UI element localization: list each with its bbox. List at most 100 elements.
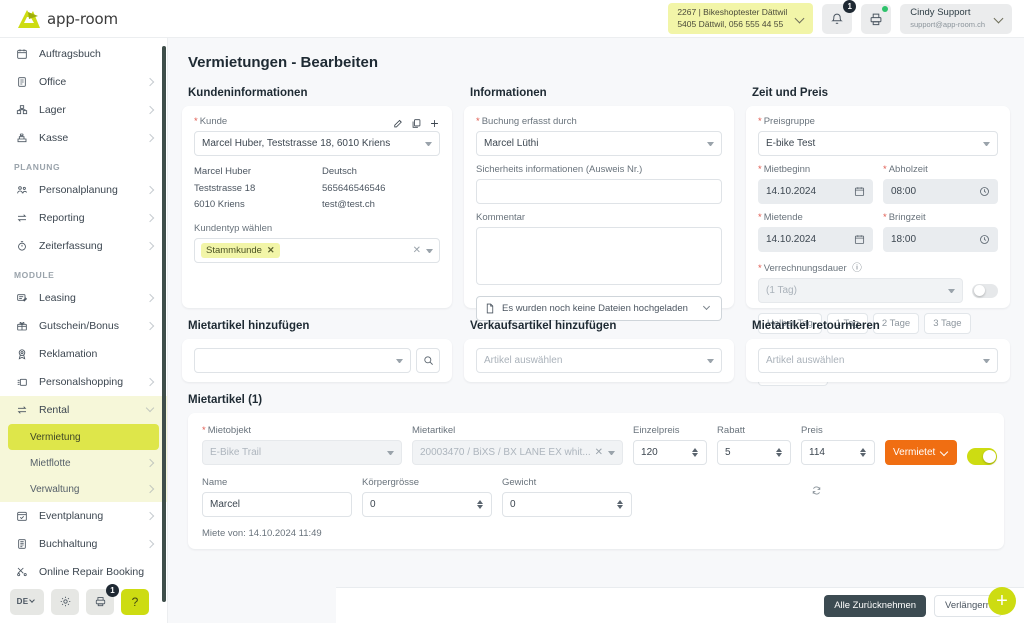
mietobjekt-select[interactable]: E-Bike Trail [202, 440, 402, 465]
kundentyp-tag: Stammkunde ✕ [201, 243, 280, 258]
printer-icon [94, 595, 107, 608]
sidebar-item-leasing[interactable]: Leasing [0, 284, 167, 312]
remove-tag-icon[interactable]: ✕ [267, 245, 275, 256]
customer-street: Teststrasse 18 [194, 182, 312, 197]
file-upload-status[interactable]: Es wurden noch keine Dateien hochgeladen [476, 296, 722, 321]
preisgruppe-value: E-bike Test [766, 138, 978, 149]
bringzeit-label-text: Bringzeit [889, 212, 926, 223]
chevron-down-icon [796, 14, 805, 23]
sidebar-item-auftragsbuch[interactable]: Auftragsbuch [0, 40, 167, 68]
mietbeginn-date-input[interactable]: 14.10.2024 [758, 179, 873, 204]
rabatt-input[interactable]: 5 [717, 440, 791, 465]
sidebar-item-personalplanung[interactable]: Personalplanung [0, 176, 167, 204]
name-input[interactable]: Marcel [202, 492, 352, 517]
stepper-icon[interactable] [774, 448, 783, 457]
verrechnungsdauer-select[interactable]: (1 Tag) [758, 278, 963, 303]
info-icon[interactable]: ⓘ [852, 263, 862, 274]
sidebar-item-personalshopping[interactable]: Personalshopping [0, 368, 167, 396]
koerpergroesse-input[interactable]: 0 [362, 492, 492, 517]
chevron-down-icon [948, 289, 955, 293]
sidebar-item-buchhaltung[interactable]: Buchhaltung [0, 530, 167, 558]
mietende-date-input[interactable]: 14.10.2024 [758, 227, 873, 252]
chevron-down-icon [30, 598, 37, 605]
sicherheits-input[interactable] [476, 179, 722, 204]
stepper-icon[interactable] [475, 500, 484, 509]
refresh-icon[interactable] [642, 485, 990, 496]
brand-logo-area[interactable]: app-room [0, 8, 168, 30]
bringzeit-time-input[interactable]: 18:00 [883, 227, 998, 252]
item-active-toggle[interactable] [967, 448, 997, 465]
sidebar-item-reklamation[interactable]: Reklamation [0, 340, 167, 368]
sidebar-scrollbar[interactable] [162, 46, 166, 602]
help-button[interactable]: ? [121, 589, 149, 615]
stepper-icon[interactable] [858, 448, 867, 457]
user-menu[interactable]: Cindy Support support@app-room.ch [900, 4, 1012, 34]
clock-icon[interactable] [979, 234, 990, 245]
preisgruppe-select[interactable]: E-bike Test [758, 131, 998, 156]
einzelpreis-label: Einzelpreis [633, 425, 707, 436]
sicherheits-field: Sicherheits informationen (Ausweis Nr.) [476, 164, 722, 204]
abholzeit-time-input[interactable]: 08:00 [883, 179, 998, 204]
calendar-icon[interactable] [854, 186, 865, 197]
verrechnungsdauer-toggle[interactable] [972, 284, 998, 298]
sidebar-nav: Auftragsbuch Office [0, 38, 167, 580]
einzelpreis-input[interactable]: 120 [633, 440, 707, 465]
sidebar-item-online-repair-booking[interactable]: Online Repair Booking [0, 558, 167, 580]
sidebar-item-rental[interactable]: Rental [0, 396, 167, 424]
badge-icon [14, 348, 29, 360]
stepper-icon[interactable] [690, 448, 699, 457]
sidebar-item-eventplanung[interactable]: Eventplanung [0, 502, 167, 530]
sidebar-item-lager[interactable]: Lager [0, 96, 167, 124]
mietartikel-return-select[interactable]: Artikel auswählen [758, 348, 998, 373]
chevron-down-icon [707, 359, 714, 363]
preisgruppe-label-text: Preisgruppe [764, 116, 815, 127]
preisgruppe-label: *Preisgruppe [758, 116, 998, 127]
mietbeginn-label: *Mietbeginn [758, 164, 873, 175]
language-selector[interactable]: DE [10, 589, 44, 615]
verkaufsartikel-add-select[interactable]: Artikel auswählen [476, 348, 722, 373]
calendar-icon[interactable] [854, 234, 865, 245]
stepper-icon[interactable] [615, 500, 624, 509]
add-fab-button[interactable]: + [988, 587, 1016, 615]
sidebar-item-verwaltung[interactable]: Verwaltung [0, 476, 167, 502]
sidebar-item-vermietung[interactable]: Vermietung [8, 424, 159, 450]
buchung-select[interactable]: Marcel Lüthi [476, 131, 722, 156]
preis-input[interactable]: 114 [801, 440, 875, 465]
mietartikel-return-column: Mietartikel retournieren Artikel auswähl… [746, 320, 1010, 382]
edit-icon[interactable] [393, 118, 404, 129]
status-badge[interactable]: Vermietet [885, 440, 957, 465]
sidebar-item-zeiterfassung[interactable]: Zeiterfassung [0, 232, 167, 260]
kunde-label: *Kunde [194, 116, 227, 127]
sidebar-item-office[interactable]: Office [0, 68, 167, 96]
mietartikel-search-button[interactable] [416, 348, 440, 373]
mietartikel-add-select[interactable] [194, 348, 411, 373]
gewicht-input[interactable]: 0 [502, 492, 632, 517]
print-queue-button[interactable]: 1 [86, 589, 114, 615]
sidebar-item-mietflotte[interactable]: Mietflotte [0, 450, 167, 476]
koerpergroesse-field: Körpergrösse 0 [362, 477, 492, 517]
settings-button[interactable] [51, 589, 79, 615]
information-title: Informationen [470, 87, 734, 99]
miete-von-text: Miete von: 14.10.2024 11:49 [202, 528, 990, 539]
clock-icon[interactable] [979, 186, 990, 197]
sidebar-item-kasse[interactable]: Kasse [0, 124, 167, 152]
sidebar-item-gutschein-bonus[interactable]: Gutschein/Bonus [0, 312, 167, 340]
kunde-select[interactable]: Marcel Huber, Teststrasse 18, 6010 Krien… [194, 131, 440, 156]
copy-icon[interactable] [411, 118, 422, 129]
plus-icon[interactable] [429, 118, 440, 129]
printer-button[interactable] [861, 4, 891, 34]
kommentar-textarea[interactable] [476, 227, 722, 285]
branch-selector[interactable]: 2267 | Bikeshoptester Dättwil 5405 Dättw… [668, 3, 813, 34]
sidebar-label: Verwaltung [30, 484, 146, 495]
notifications-button[interactable]: 1 [822, 4, 852, 34]
verrechnungsdauer-value: (1 Tag) [766, 285, 943, 296]
rabatt-value: 5 [725, 447, 774, 458]
clear-icon[interactable]: ✕ [413, 245, 421, 256]
mietartikel-select[interactable]: 20003470 / BiXS / BX LANE EX whit... ✕ [412, 440, 623, 465]
reset-all-button[interactable]: Alle Zurücknehmen [824, 595, 926, 617]
notification-count-badge: 1 [843, 0, 856, 13]
chevron-down-icon [983, 142, 990, 146]
sidebar-item-reporting[interactable]: Reporting [0, 204, 167, 232]
kundentyp-select[interactable]: Stammkunde ✕ ✕ [194, 238, 440, 263]
clear-icon[interactable]: ✕ [595, 447, 603, 458]
